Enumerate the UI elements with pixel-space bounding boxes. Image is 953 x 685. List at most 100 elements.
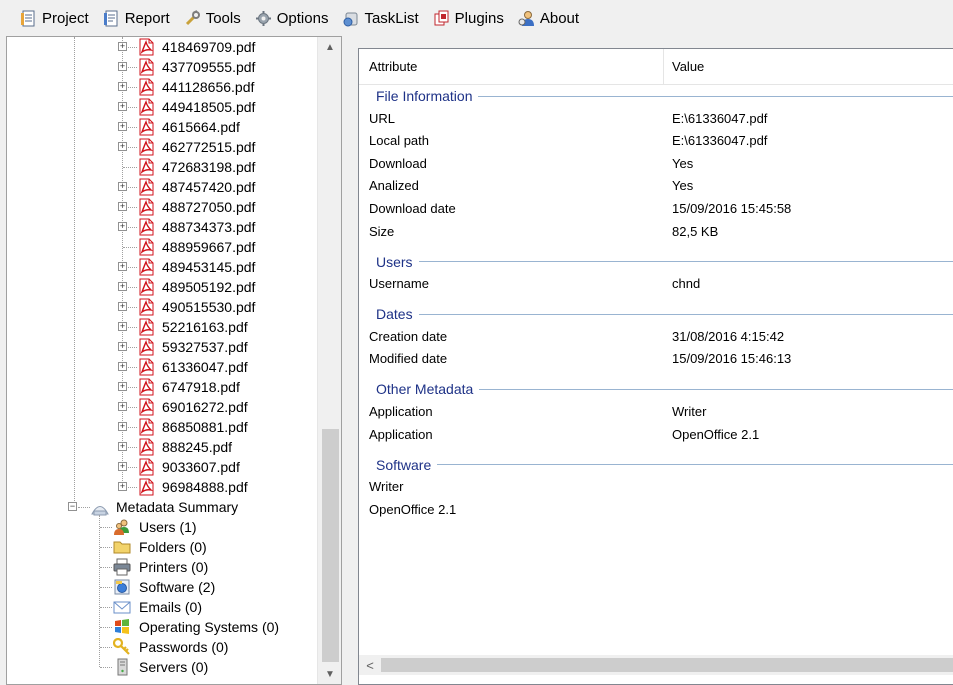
- tree-file-node[interactable]: +489453145.pdf: [7, 257, 317, 277]
- scroll-left-icon[interactable]: <: [359, 655, 381, 675]
- horizontal-scroll-thumb[interactable]: [381, 658, 953, 672]
- tree-file-node[interactable]: +52216163.pdf: [7, 317, 317, 337]
- tree-file-node[interactable]: +488734373.pdf: [7, 217, 317, 237]
- grid-horizontal-scrollbar[interactable]: <: [359, 655, 953, 675]
- menu-plugins[interactable]: Plugins: [427, 5, 510, 31]
- tree-file-label: 449418505.pdf: [162, 99, 256, 115]
- expand-icon[interactable]: +: [118, 182, 127, 191]
- expand-icon[interactable]: +: [118, 262, 127, 271]
- tree-file-node[interactable]: +59327537.pdf: [7, 337, 317, 357]
- tree-connector: [128, 67, 137, 68]
- expand-icon[interactable]: +: [118, 382, 127, 391]
- expand-icon[interactable]: +: [118, 442, 127, 451]
- tree-file-node[interactable]: +86850881.pdf: [7, 417, 317, 437]
- expand-icon[interactable]: +: [118, 202, 127, 211]
- grid-row[interactable]: Analized Yes: [359, 175, 953, 197]
- grid-row[interactable]: Username chnd: [359, 273, 953, 295]
- group-header-software[interactable]: Software: [359, 454, 953, 476]
- column-header-value[interactable]: Value: [672, 59, 704, 74]
- menu-tasklist[interactable]: TaskList: [336, 5, 424, 31]
- expand-icon[interactable]: +: [118, 122, 127, 131]
- tree-summary-item[interactable]: Emails (0): [7, 597, 317, 617]
- expand-icon[interactable]: +: [118, 482, 127, 491]
- expand-icon[interactable]: +: [118, 82, 127, 91]
- menu-tools[interactable]: Tools: [178, 5, 247, 31]
- pdf-icon: [138, 118, 155, 136]
- grid-row[interactable]: Download date 15/09/2016 15:45:58: [359, 198, 953, 220]
- group-header-dates[interactable]: Dates: [359, 303, 953, 325]
- tree-connector: [123, 167, 137, 168]
- scroll-down-icon[interactable]: ▼: [318, 664, 341, 684]
- tree-file-node[interactable]: +69016272.pdf: [7, 397, 317, 417]
- grid-row[interactable]: Application Writer: [359, 401, 953, 423]
- group-title: Users: [376, 253, 413, 270]
- grid-row[interactable]: Creation date 31/08/2016 4:15:42: [359, 326, 953, 348]
- group-header-file-information[interactable]: File Information: [359, 85, 953, 107]
- grid-row[interactable]: Size 82,5 KB: [359, 221, 953, 243]
- tree-file-node[interactable]: +462772515.pdf: [7, 137, 317, 157]
- scroll-up-icon[interactable]: ▲: [318, 37, 341, 57]
- grid-row[interactable]: OpenOffice 2.1: [359, 499, 953, 521]
- group-title: File Information: [376, 88, 473, 104]
- expand-icon[interactable]: +: [118, 142, 127, 151]
- pdf-icon: [138, 358, 155, 376]
- tree-file-node[interactable]: 488959667.pdf: [7, 237, 317, 257]
- tree-file-node[interactable]: +490515530.pdf: [7, 297, 317, 317]
- tree-summary-item[interactable]: Software (2): [7, 577, 317, 597]
- menu-project[interactable]: Project: [14, 5, 95, 31]
- tree-file-node[interactable]: +61336047.pdf: [7, 357, 317, 377]
- value-cell: E:\61336047.pdf: [672, 133, 768, 149]
- grid-row[interactable]: URL E:\61336047.pdf: [359, 108, 953, 130]
- column-header-attribute[interactable]: Attribute: [369, 59, 417, 74]
- expand-icon[interactable]: +: [118, 102, 127, 111]
- tree-vertical-scrollbar[interactable]: ▲ ▼: [317, 37, 341, 684]
- tree-file-node[interactable]: +888245.pdf: [7, 437, 317, 457]
- column-separator[interactable]: [663, 49, 664, 85]
- tree-file-node[interactable]: +437709555.pdf: [7, 57, 317, 77]
- tree-file-node[interactable]: +449418505.pdf: [7, 97, 317, 117]
- attribute-cell: Download date: [369, 200, 456, 216]
- tree-file-node[interactable]: +418469709.pdf: [7, 37, 317, 57]
- expand-icon[interactable]: +: [118, 282, 127, 291]
- tree-file-node[interactable]: +489505192.pdf: [7, 277, 317, 297]
- grid-row[interactable]: Modified date 15/09/2016 15:46:13: [359, 348, 953, 370]
- tree-file-node[interactable]: +487457420.pdf: [7, 177, 317, 197]
- expand-icon[interactable]: +: [118, 42, 127, 51]
- expand-icon[interactable]: +: [118, 462, 127, 471]
- expand-icon[interactable]: +: [118, 62, 127, 71]
- expand-icon[interactable]: +: [118, 342, 127, 351]
- group-header-other-metadata[interactable]: Other Metadata: [359, 378, 953, 400]
- value-cell: 31/08/2016 4:15:42: [672, 328, 785, 344]
- tree-file-node[interactable]: 472683198.pdf: [7, 157, 317, 177]
- grid-row[interactable]: Local path E:\61336047.pdf: [359, 130, 953, 152]
- tree-file-node[interactable]: +441128656.pdf: [7, 77, 317, 97]
- tree-summary-item[interactable]: Passwords (0): [7, 637, 317, 657]
- tree-file-node[interactable]: +488727050.pdf: [7, 197, 317, 217]
- tree-summary-item[interactable]: Users (1): [7, 517, 317, 537]
- tree-metadata-summary-node[interactable]: − Metadata Summary: [7, 497, 317, 517]
- grid-row[interactable]: Writer: [359, 476, 953, 498]
- tree-summary-item[interactable]: Folders (0): [7, 537, 317, 557]
- menu-report[interactable]: Report: [97, 5, 176, 31]
- scroll-thumb[interactable]: [322, 429, 339, 662]
- grid-row[interactable]: Download Yes: [359, 153, 953, 175]
- expand-icon[interactable]: +: [118, 422, 127, 431]
- grid-row[interactable]: Application OpenOffice 2.1: [359, 424, 953, 446]
- expand-icon[interactable]: +: [118, 322, 127, 331]
- menu-about[interactable]: About: [512, 5, 585, 31]
- tree-summary-item[interactable]: Servers (0): [7, 657, 317, 677]
- tree-file-node[interactable]: +9033607.pdf: [7, 457, 317, 477]
- tree-file-node[interactable]: +96984888.pdf: [7, 477, 317, 497]
- expand-icon[interactable]: +: [118, 222, 127, 231]
- expand-icon[interactable]: +: [118, 362, 127, 371]
- tree-summary-item[interactable]: Operating Systems (0): [7, 617, 317, 637]
- menu-options[interactable]: Options: [249, 5, 335, 31]
- expand-icon[interactable]: +: [118, 402, 127, 411]
- tree-file-node[interactable]: +4615664.pdf: [7, 117, 317, 137]
- tree-summary-item[interactable]: Printers (0): [7, 557, 317, 577]
- expand-icon[interactable]: +: [118, 302, 127, 311]
- tree-connector: [128, 127, 137, 128]
- tree-file-node[interactable]: +6747918.pdf: [7, 377, 317, 397]
- collapse-icon[interactable]: −: [68, 502, 77, 511]
- group-header-users[interactable]: Users: [359, 251, 953, 273]
